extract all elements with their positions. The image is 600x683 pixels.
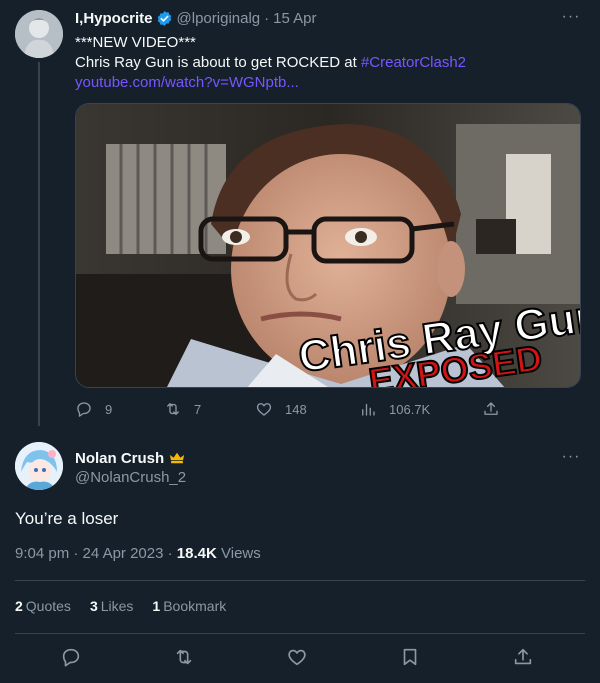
divider [15,580,585,581]
views-count: 106.7K [389,401,431,417]
like-button[interactable] [286,646,310,670]
reply-button[interactable] [60,646,84,670]
retweet-count: 7 [194,401,202,417]
tweet-line-2: Chris Ray Gun is about to get ROCKED at … [75,53,585,73]
reply-icon [62,648,80,667]
reply-author-avatar[interactable] [15,442,63,490]
separator-dot: · [264,10,270,27]
reply-button[interactable]: 9 [75,400,112,418]
share-icon [484,402,498,415]
reply-stats: 2 Quotes 3 Likes 1 Bookmark [15,598,245,614]
separator-dot: · [73,545,79,562]
views-button[interactable]: 106.7K [359,400,430,418]
like-icon [256,403,272,416]
reply-tweet-actions [0,646,600,670]
tweet-date[interactable]: 24 Apr 2023 [83,545,164,562]
retweet-icon [176,649,192,665]
share-button[interactable] [482,400,500,418]
views-label: Views [221,545,261,562]
like-count: 148 [285,401,307,417]
like-button[interactable]: 148 [255,400,307,418]
parent-more-icon[interactable]: ··· [561,9,581,32]
hashtag-link[interactable]: #CreatorClash2 [361,54,466,71]
parent-author-avatar[interactable] [15,10,63,58]
views-count: 18.4K [176,545,217,562]
parent-tweet-text: ***NEW VIDEO*** Chris Ray Gun is about t… [75,33,585,93]
reply-tweet-meta: 9:04 pm · 24 Apr 2023 · 18.4K Views [15,545,261,562]
bookmark-button[interactable] [399,646,423,670]
parent-tweet[interactable]: I,Hypocrite @lporiginalg · 15 Apr ··· **… [0,0,600,430]
tweet-line-2-text: Chris Ray Gun is about to get ROCKED at [75,54,361,71]
quotes-stat[interactable]: 2 Quotes [15,598,71,614]
separator-dot: · [167,545,173,562]
reply-author-name[interactable]: Nolan Crush [75,450,164,467]
tweet-line-1: ***NEW VIDEO*** [75,34,196,51]
quotes-label: Quotes [25,598,71,614]
bookmark-icon [403,648,417,666]
parent-tweet-date[interactable]: 15 Apr [273,10,316,27]
retweet-button[interactable] [173,646,197,670]
share-icon [514,648,532,665]
likes-count: 3 [89,598,98,614]
reply-author-handle[interactable]: @NolanCrush_2 [75,469,186,486]
tweet-time[interactable]: 9:04 pm [15,545,69,562]
retweet-icon [167,403,179,415]
thread-line [38,62,40,426]
bookmarks-label: Bookmark [163,598,227,614]
reply-icon [77,402,91,417]
reply-author-name-row: Nolan Crush [75,449,186,467]
quotes-count: 2 [15,598,23,614]
likes-stat[interactable]: 3 Likes [90,598,133,614]
reply-count: 9 [105,401,113,417]
likes-label: Likes [100,598,134,614]
bookmarks-count: 1 [152,598,161,614]
verified-badge-icon [157,11,171,26]
parent-author-name[interactable]: I,Hypocrite [75,10,153,27]
crown-badge-icon [170,452,185,464]
parent-tweet-actions: 9 7 148 106.7K [75,400,505,422]
reply-tweet-text: You’re a loser [15,509,119,528]
like-icon [288,649,306,666]
share-button[interactable] [512,646,536,670]
retweet-button[interactable]: 7 [164,400,201,418]
video-link[interactable]: youtube.com/watch?v=WGNptb... [75,73,585,93]
thumbnail-image: Chris Ray Gun EXPOSED [76,104,580,387]
bookmarks-stat[interactable]: 1 Bookmark [152,598,226,614]
divider [15,633,585,634]
video-thumbnail[interactable]: Chris Ray Gun EXPOSED [75,103,581,388]
parent-tweet-header: I,Hypocrite @lporiginalg · 15 Apr [75,10,317,27]
reply-more-icon[interactable]: ··· [561,449,581,472]
parent-author-handle[interactable]: @lporiginalg [177,10,261,27]
views-icon [362,403,375,416]
